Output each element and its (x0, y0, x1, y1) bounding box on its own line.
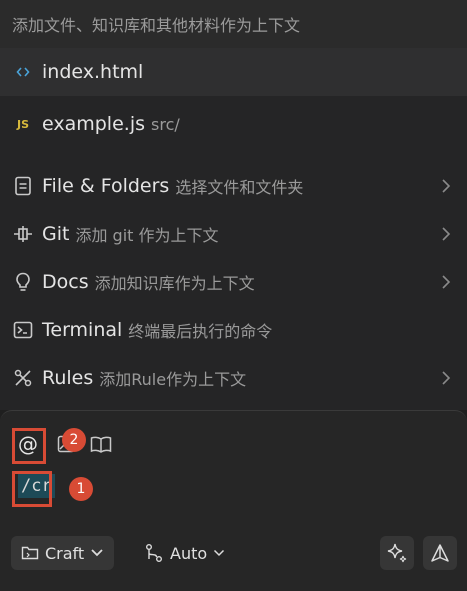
chevron-right-icon (442, 227, 451, 241)
git-commit-icon (12, 223, 34, 245)
context-item-label: Git (42, 223, 70, 245)
file-path: src/ (151, 114, 180, 134)
context-search-placeholder[interactable]: 添加文件、知识库和其他材料作为上下文 (0, 0, 467, 48)
context-item-desc: 添加Rule作为上下文 (99, 370, 247, 389)
context-item-terminal[interactable]: Terminal 终端最后执行的命令 (0, 306, 467, 354)
lightbulb-icon (12, 271, 34, 293)
context-item-label: File & Folders (42, 175, 170, 197)
context-item-desc: 选择文件和文件夹 (175, 178, 304, 197)
mode-select-button[interactable]: Craft (11, 536, 115, 570)
annotation-badge-2: 2 (62, 428, 86, 452)
branch-icon (144, 543, 164, 563)
context-menu: index.html JS example.js src/ File & Fol… (0, 48, 467, 410)
context-item-desc: 终端最后执行的命令 (128, 322, 273, 341)
context-item-desc: 添加知识库作为上下文 (94, 274, 255, 293)
annotation-box (12, 471, 52, 507)
chevron-right-icon (442, 275, 451, 289)
context-item-file-folders[interactable]: File & Folders 选择文件和文件夹 (0, 162, 467, 210)
context-item-label: Rules (42, 367, 94, 389)
terminal-icon (12, 319, 34, 341)
context-item-docs[interactable]: Docs 添加知识库作为上下文 (0, 258, 467, 306)
mode-label: Craft (45, 543, 85, 563)
code-brackets-icon (12, 61, 34, 83)
document-icon (12, 175, 34, 197)
file-name: index.html (42, 61, 144, 83)
chevron-down-icon (213, 549, 225, 557)
annotation-badge-1: 1 (69, 477, 93, 501)
context-item-label: Docs (42, 271, 89, 293)
send-icon (430, 543, 450, 563)
rules-icon (12, 367, 34, 389)
file-item-example-js[interactable]: JS example.js src/ (0, 100, 467, 148)
book-icon[interactable] (90, 435, 112, 453)
context-item-label: Terminal (42, 319, 123, 341)
context-item-rules[interactable]: Rules 添加Rule作为上下文 (0, 354, 467, 402)
chevron-down-icon (90, 548, 104, 558)
annotation-box (12, 428, 46, 464)
model-select-button[interactable]: Auto (138, 536, 231, 570)
folder-code-icon (21, 545, 39, 561)
model-label: Auto (170, 543, 208, 563)
js-file-icon: JS (16, 117, 29, 131)
context-item-desc: 添加 git 作为上下文 (75, 226, 219, 245)
sparkle-button[interactable] (380, 536, 414, 570)
file-item-index-html[interactable]: index.html (0, 48, 467, 96)
file-name: example.js (42, 113, 145, 135)
sparkle-icon (386, 542, 408, 564)
context-item-git[interactable]: Git 添加 git 作为上下文 (0, 210, 467, 258)
chevron-right-icon (442, 179, 451, 193)
send-button[interactable] (423, 536, 457, 570)
chat-input-area[interactable]: @ 2 /cr 1 Craft Auto (0, 410, 467, 591)
chevron-right-icon (442, 371, 451, 385)
